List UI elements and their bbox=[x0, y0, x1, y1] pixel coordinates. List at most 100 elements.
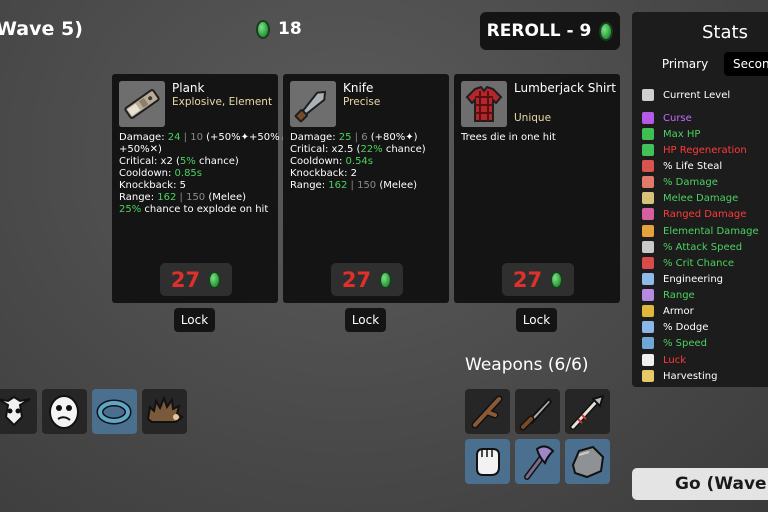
ranged-icon bbox=[642, 208, 654, 220]
knife-icon bbox=[519, 397, 553, 431]
lock-button[interactable]: Lock bbox=[516, 308, 557, 332]
reroll-button[interactable]: REROLL - 9 bbox=[480, 12, 620, 50]
weapon-slot[interactable] bbox=[565, 389, 610, 434]
damage-value: 24 bbox=[167, 132, 181, 143]
stat-row[interactable]: Current Level bbox=[642, 88, 730, 102]
material-coin-icon bbox=[599, 21, 614, 41]
shop-item-card-plank[interactable]: Plank Explosive, Element Damage: 24 | 10… bbox=[112, 74, 293, 303]
speed-icon bbox=[642, 337, 654, 349]
reroll-label: REROLL - 9 bbox=[486, 21, 592, 41]
stat-label: % Attack Speed bbox=[663, 241, 743, 253]
curse-icon bbox=[642, 112, 654, 124]
buy-button[interactable]: 27 bbox=[160, 263, 232, 296]
material-coin-icon bbox=[379, 270, 393, 289]
buy-button[interactable]: 27 bbox=[331, 263, 403, 296]
stat-row[interactable]: Luck bbox=[642, 353, 686, 367]
spear-icon bbox=[570, 394, 605, 430]
stat-row[interactable]: % Crit Chance bbox=[642, 256, 734, 270]
item-stats: Damage: 24 | 10 (+50%✦+50%💧 +50%✕) Criti… bbox=[119, 132, 293, 215]
stat-row[interactable]: % Life Steal bbox=[642, 159, 722, 173]
tab-primary[interactable]: Primary bbox=[648, 52, 722, 76]
luck-icon bbox=[642, 354, 654, 366]
skull-icon bbox=[0, 395, 31, 427]
elemental-icon bbox=[642, 225, 654, 237]
price-value: 27 bbox=[512, 267, 543, 292]
owned-item-slot[interactable] bbox=[42, 389, 87, 434]
stat-label: % Dodge bbox=[663, 321, 709, 333]
item-tags: Precise bbox=[343, 96, 381, 108]
stat-label: Melee Damage bbox=[663, 192, 739, 204]
item-name: Plank bbox=[172, 81, 205, 95]
critical-label: Critical: x2.5 ( bbox=[290, 144, 361, 155]
go-next-wave-button[interactable]: Go (Wave bbox=[632, 468, 768, 500]
weapon-slot[interactable] bbox=[565, 439, 610, 484]
shop-item-card-knife[interactable]: Knife Precise Damage: 25 | 6 (+80%✦) Cri… bbox=[283, 74, 449, 303]
weapons-title: Weapons (6/6) bbox=[465, 355, 589, 375]
stat-row[interactable]: % Dodge bbox=[642, 320, 708, 334]
damage-separator: | bbox=[351, 132, 362, 143]
stick-icon bbox=[471, 395, 503, 429]
weapon-slot[interactable] bbox=[465, 389, 510, 434]
item-name: Lumberjack Shirt bbox=[514, 81, 616, 95]
tab-secondary[interactable]: Secondary bbox=[724, 52, 768, 76]
damage-label: Damage: bbox=[290, 132, 339, 143]
stat-row[interactable]: Max HP bbox=[642, 127, 700, 141]
damage-icon bbox=[642, 176, 654, 188]
fist-icon bbox=[476, 448, 500, 476]
owned-item-slot[interactable] bbox=[142, 389, 187, 434]
attack-speed-icon bbox=[642, 241, 654, 253]
weapon-slot[interactable] bbox=[515, 439, 560, 484]
stat-row[interactable]: % Attack Speed bbox=[642, 240, 742, 254]
price-value: 27 bbox=[341, 267, 372, 292]
weapons-grid bbox=[465, 389, 610, 484]
stat-row[interactable]: HP Regeneration bbox=[642, 143, 747, 157]
lock-button[interactable]: Lock bbox=[345, 308, 386, 332]
range-value: 162 bbox=[328, 180, 348, 191]
lock-button[interactable]: Lock bbox=[174, 308, 215, 332]
cooldown-value: 0.85s bbox=[174, 168, 203, 179]
dodge-icon bbox=[642, 321, 654, 333]
critical-suffix: chance) bbox=[382, 144, 426, 155]
stat-label: Ranged Damage bbox=[663, 208, 747, 220]
stat-row[interactable]: Harvesting bbox=[642, 369, 717, 383]
weapon-slot[interactable] bbox=[465, 439, 510, 484]
damage-scaling: (+50%✦+50%💧 bbox=[202, 132, 293, 143]
critical-value: 5% bbox=[179, 156, 196, 167]
regen-icon bbox=[642, 144, 654, 156]
stat-row[interactable]: Ranged Damage bbox=[642, 207, 746, 221]
stat-label: Current Level bbox=[663, 89, 731, 101]
range-icon bbox=[642, 289, 654, 301]
stat-row[interactable]: % Speed bbox=[642, 336, 707, 350]
owned-item-slot[interactable] bbox=[92, 389, 137, 434]
stats-panel: Stats Primary Secondary Current Level Cur… bbox=[632, 12, 768, 387]
stat-row[interactable]: Engineering bbox=[642, 272, 723, 286]
stat-row[interactable]: Range bbox=[642, 288, 695, 302]
buy-button[interactable]: 27 bbox=[502, 263, 574, 296]
stat-label: Range bbox=[663, 289, 695, 301]
item-tags: Unique bbox=[514, 112, 552, 124]
material-coin-icon bbox=[208, 270, 222, 289]
stat-row[interactable]: Melee Damage bbox=[642, 191, 738, 205]
range-label: Range: bbox=[119, 192, 158, 203]
damage-label: Damage: bbox=[119, 132, 168, 143]
stat-label: Engineering bbox=[663, 273, 723, 285]
cooldown-label: Cooldown: bbox=[290, 156, 346, 167]
critical-label: Critical: x2 ( bbox=[119, 156, 180, 167]
damage-separator: | bbox=[180, 132, 191, 143]
life-steal-icon bbox=[642, 160, 654, 172]
stat-label: Luck bbox=[663, 354, 687, 366]
owned-item-slot[interactable] bbox=[0, 389, 37, 434]
range-suffix: (Melee) bbox=[205, 192, 247, 203]
weapon-slot[interactable] bbox=[515, 389, 560, 434]
stat-row[interactable]: Armor bbox=[642, 304, 694, 318]
stat-row[interactable]: % Damage bbox=[642, 175, 718, 189]
shop-item-card-lumberjack-shirt[interactable]: Lumberjack Shirt Unique Trees die in one… bbox=[454, 74, 620, 303]
range-label: Range: bbox=[290, 180, 329, 191]
material-coin-icon bbox=[550, 270, 564, 289]
stat-row[interactable]: Curse bbox=[642, 111, 692, 125]
stat-row[interactable]: Elemental Damage bbox=[642, 224, 759, 238]
heart-icon bbox=[642, 128, 654, 140]
range-base: 150 bbox=[186, 192, 206, 203]
stat-label: Curse bbox=[663, 112, 692, 124]
level-icon bbox=[642, 89, 654, 101]
